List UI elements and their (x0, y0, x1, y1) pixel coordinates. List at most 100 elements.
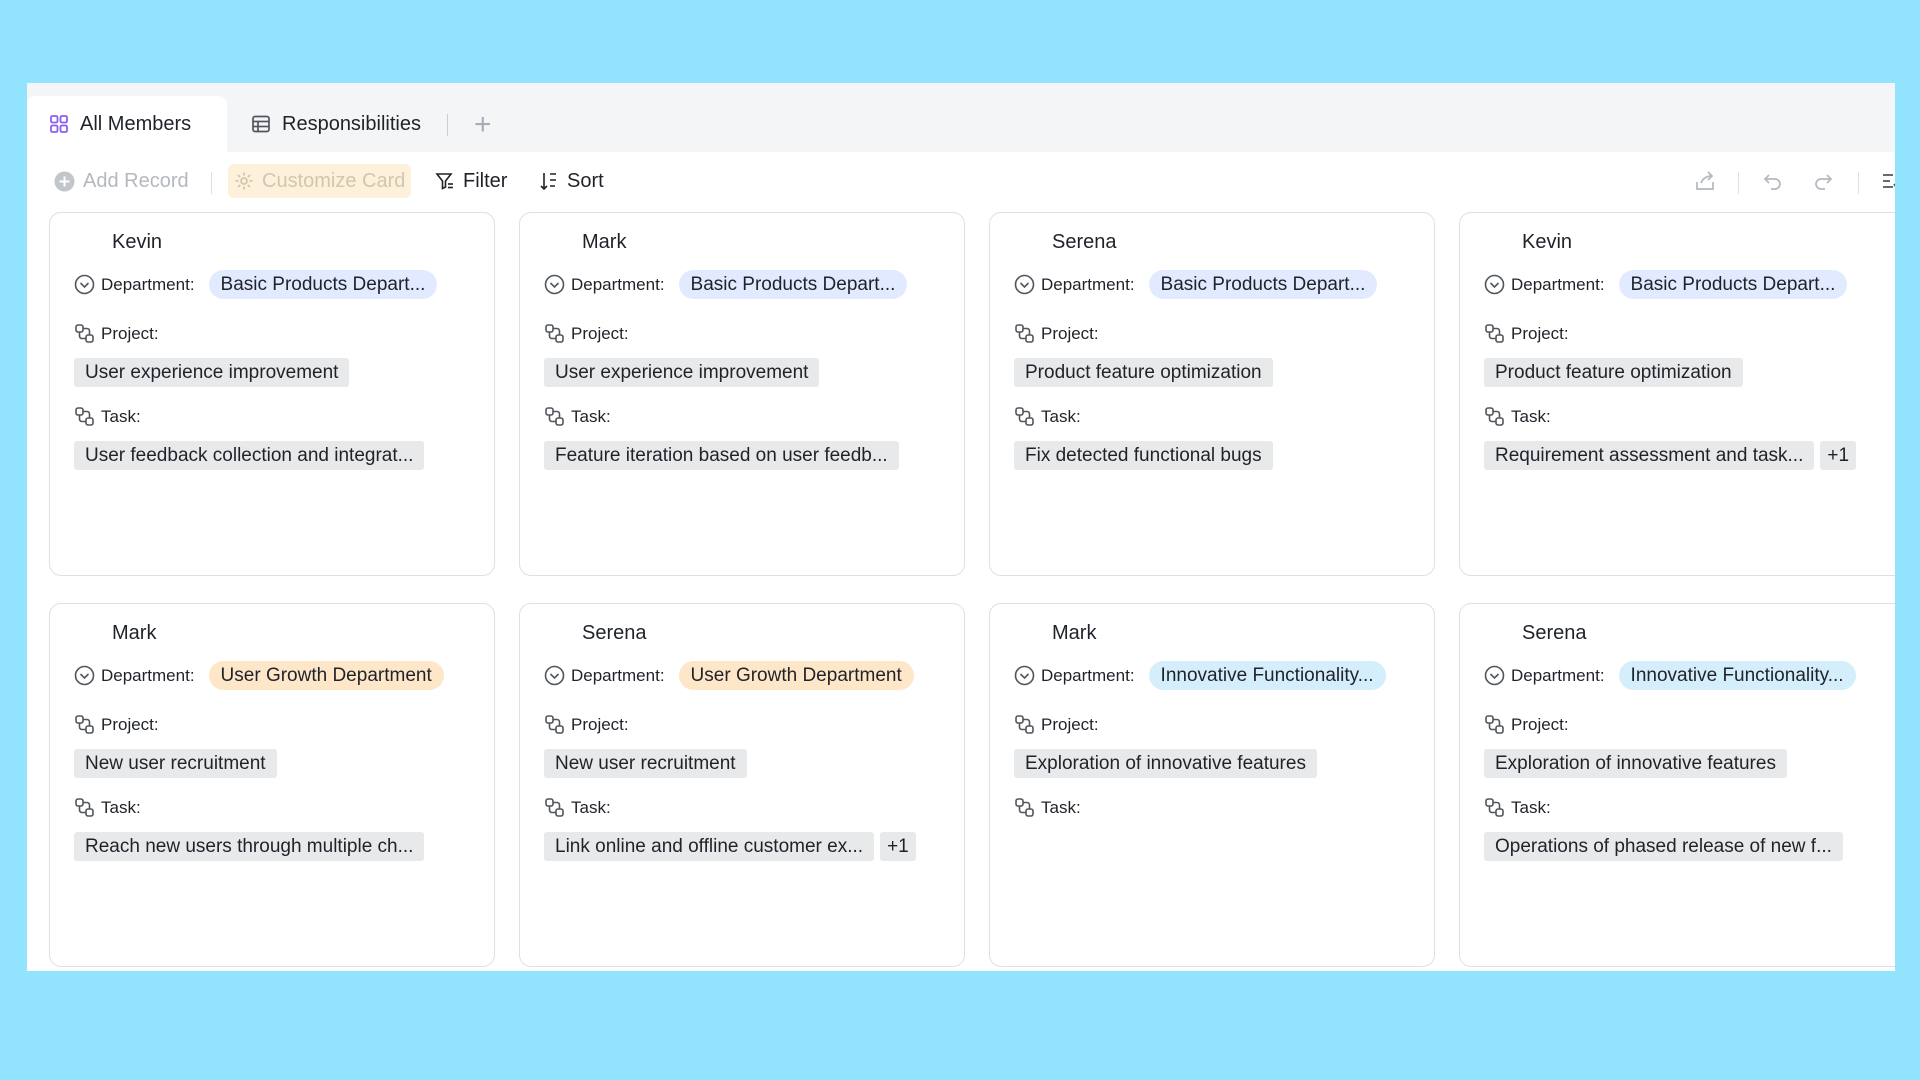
task-label: Task: (571, 797, 611, 817)
add-circle-icon (54, 171, 75, 192)
link-icon (74, 323, 95, 344)
task-tag[interactable]: User feedback collection and integrat... (74, 441, 425, 470)
tab-label: All Members (80, 112, 192, 135)
grid-icon (49, 114, 69, 134)
project-label: Project: (571, 714, 629, 734)
project-label: Project: (101, 714, 159, 734)
link-icon (1014, 714, 1035, 735)
project-tags: Exploration of innovative features (1484, 749, 1787, 778)
link-icon (74, 714, 95, 735)
tab-responsibilities[interactable]: Responsibilities (249, 96, 421, 152)
undo-icon[interactable] (1762, 164, 1784, 198)
tab-all-members[interactable]: All Members (27, 96, 227, 152)
link-icon (544, 323, 565, 344)
task-tag[interactable]: Reach new users through multiple ch... (74, 832, 425, 861)
app-window: All Members Responsibilities + Add Recor… (27, 83, 1895, 971)
project-tags: Exploration of innovative features (1014, 749, 1317, 778)
record-card[interactable]: Mark Department: User Growth Department … (49, 603, 495, 967)
project-tag[interactable]: Exploration of innovative features (1014, 749, 1317, 778)
record-card[interactable]: Kevin Department: Basic Products Depart.… (1459, 212, 1895, 576)
department-icon (74, 274, 95, 295)
project-tag[interactable]: Product feature optimization (1014, 358, 1273, 387)
project-field: Project: (1484, 714, 1569, 735)
card-title: Serena (582, 622, 647, 644)
tab-label: Responsibilities (282, 112, 421, 135)
task-tags: Operations of phased release of new f... (1484, 832, 1843, 861)
task-tag[interactable]: Link online and offline customer ex... (544, 832, 875, 861)
record-card[interactable]: Kevin Department: Basic Products Depart.… (49, 212, 495, 576)
redo-icon[interactable] (1812, 164, 1834, 198)
project-tag[interactable]: Product feature optimization (1484, 358, 1743, 387)
filter-icon (435, 171, 455, 191)
project-tag[interactable]: User experience improvement (74, 358, 350, 387)
link-icon (74, 797, 95, 818)
record-card[interactable]: Mark Department: Basic Products Depart..… (519, 212, 965, 576)
department-field: Department: Innovative Functionality... (1014, 661, 1386, 690)
task-label: Task: (1511, 406, 1551, 426)
department-field: Department: Basic Products Depart... (1014, 270, 1378, 299)
record-card[interactable]: Serena Department: User Growth Departmen… (519, 603, 965, 967)
record-card[interactable]: Mark Department: Innovative Functionalit… (989, 603, 1435, 967)
sort-button[interactable]: Sort (539, 164, 604, 198)
task-tags: Link online and offline customer ex... +1 (544, 832, 916, 861)
department-label: Department: (571, 274, 665, 294)
project-field: Project: (1014, 714, 1099, 735)
project-tag[interactable]: New user recruitment (544, 749, 747, 778)
task-field: Task: (1014, 406, 1081, 427)
task-field: Task: (1484, 797, 1551, 818)
record-card[interactable]: Serena Department: Basic Products Depart… (989, 212, 1435, 576)
filter-button[interactable]: Filter (435, 164, 507, 198)
add-view-icon[interactable]: + (474, 110, 492, 140)
filter-label: Filter (463, 169, 508, 192)
toolbar-divider (211, 172, 212, 194)
sort-label: Sort (567, 169, 604, 192)
gear-icon (234, 171, 254, 191)
department-value: Basic Products Depart... (1148, 270, 1378, 299)
toolbar-divider (1858, 172, 1859, 194)
project-tags: Product feature optimization (1484, 358, 1743, 387)
tab-divider (447, 114, 448, 136)
customize-card-button[interactable]: Customize Card (228, 164, 412, 198)
department-value: User Growth Department (678, 661, 914, 690)
department-label: Department: (1511, 665, 1605, 685)
task-tag[interactable]: Operations of phased release of new f... (1484, 832, 1843, 861)
view-settings-icon[interactable] (1880, 164, 1895, 198)
department-value: User Growth Department (208, 661, 444, 690)
task-tag[interactable]: Feature iteration based on user feedb... (544, 441, 899, 470)
project-field: Project: (74, 323, 159, 344)
more-tasks-badge[interactable]: +1 (1820, 441, 1857, 470)
project-label: Project: (1041, 714, 1099, 734)
project-tag[interactable]: Exploration of innovative features (1484, 749, 1787, 778)
department-label: Department: (1511, 274, 1605, 294)
more-tasks-badge[interactable]: +1 (880, 832, 916, 861)
card-title: Mark (112, 622, 157, 644)
task-label: Task: (101, 406, 141, 426)
task-tag[interactable]: Requirement assessment and task... (1484, 441, 1815, 470)
add-record-label: Add Record (83, 169, 189, 192)
task-field: Task: (1484, 406, 1551, 427)
card-title: Serena (1522, 622, 1587, 644)
sort-icon (539, 171, 559, 191)
project-label: Project: (571, 323, 629, 343)
record-card[interactable]: Serena Department: Innovative Functional… (1459, 603, 1895, 967)
project-tag[interactable]: User experience improvement (544, 358, 820, 387)
task-label: Task: (1511, 797, 1551, 817)
share-icon[interactable] (1694, 164, 1716, 198)
department-label: Department: (1041, 665, 1135, 685)
department-icon (1484, 274, 1505, 295)
task-field: Task: (544, 797, 611, 818)
project-label: Project: (101, 323, 159, 343)
link-icon (1014, 406, 1035, 427)
table-icon (251, 114, 271, 134)
add-record-button[interactable]: Add Record (54, 164, 189, 198)
card-title: Kevin (1522, 231, 1573, 253)
department-value: Innovative Functionality... (1148, 661, 1386, 690)
task-tag[interactable]: Fix detected functional bugs (1014, 441, 1273, 470)
department-label: Department: (101, 665, 195, 685)
project-tag[interactable]: New user recruitment (74, 749, 277, 778)
project-label: Project: (1041, 323, 1099, 343)
department-field: Department: Basic Products Depart... (1484, 270, 1848, 299)
task-tags: Requirement assessment and task... +1 (1484, 441, 1857, 470)
department-label: Department: (101, 274, 195, 294)
project-tags: New user recruitment (74, 749, 277, 778)
